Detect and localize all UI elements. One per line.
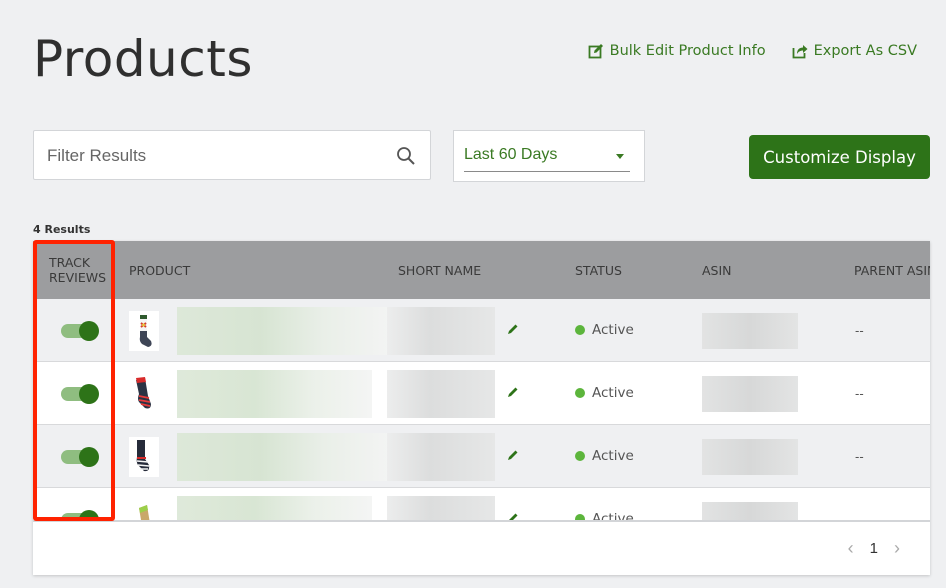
parent-asin: -- [855, 449, 864, 464]
status-label: Active [592, 322, 634, 338]
column-header-asin[interactable]: ASIN [702, 263, 732, 278]
sock-image-icon [136, 440, 150, 472]
track-reviews-toggle[interactable] [61, 447, 99, 467]
caret-down-icon [616, 154, 624, 159]
short-name-redacted [387, 307, 495, 355]
column-header-short-name[interactable]: SHORT NAME [398, 263, 481, 278]
bulk-edit-link[interactable]: Bulk Edit Product Info [588, 43, 766, 59]
product-name-redacted [177, 370, 372, 418]
status-dot [575, 388, 585, 398]
pencil-icon[interactable] [507, 449, 519, 461]
edit-square-icon [588, 44, 603, 59]
table-body: Active -- Active -- Active -- Active [33, 299, 930, 520]
header-actions: Bulk Edit Product Info Export As CSV [588, 43, 917, 59]
track-reviews-toggle[interactable] [61, 321, 99, 341]
table-row: Active -- [33, 362, 930, 425]
status-label: Active [592, 511, 634, 520]
product-thumbnail [129, 437, 159, 477]
status-badge: Active [575, 385, 634, 401]
parent-asin: -- [855, 386, 864, 401]
short-name-redacted [387, 370, 495, 418]
asin-redacted [702, 439, 798, 475]
pagination-bar: ‹ 1 › [33, 520, 930, 575]
export-csv-label: Export As CSV [813, 43, 917, 59]
short-name-redacted [387, 496, 495, 520]
customize-display-button[interactable]: Customize Display [749, 135, 930, 179]
column-header-parent-asin[interactable]: PARENT ASIN [854, 263, 930, 278]
table-row: Active -- [33, 299, 930, 362]
product-name-redacted [177, 433, 387, 481]
bulk-edit-label: Bulk Edit Product Info [609, 43, 766, 59]
table-row: Active -- [33, 425, 930, 488]
export-csv-link[interactable]: Export As CSV [792, 43, 917, 59]
product-name-redacted [177, 307, 387, 355]
date-range-select[interactable]: Last 60 Days [464, 141, 630, 172]
products-table: TRACK REVIEWS PRODUCT SHORT NAME STATUS … [33, 241, 930, 575]
parent-asin: -- [855, 323, 864, 338]
column-header-product[interactable]: PRODUCT [129, 263, 190, 278]
asin-redacted [702, 313, 798, 349]
track-reviews-toggle[interactable] [61, 510, 99, 520]
status-dot [575, 325, 585, 335]
table-row: Active [33, 488, 930, 520]
chevron-right-icon[interactable]: › [894, 538, 900, 559]
track-reviews-toggle[interactable] [61, 384, 99, 404]
short-name-redacted [387, 433, 495, 481]
pencil-icon[interactable] [507, 323, 519, 335]
column-header-status[interactable]: STATUS [575, 263, 622, 278]
product-thumbnail [129, 311, 159, 351]
sock-image-icon [139, 315, 152, 347]
status-dot [575, 451, 585, 461]
sock-image-icon [139, 505, 150, 520]
column-header-track-reviews[interactable]: TRACK REVIEWS [49, 255, 109, 285]
status-badge: Active [575, 511, 634, 520]
pencil-icon[interactable] [507, 512, 519, 520]
date-range-value: Last 60 Days [464, 146, 558, 163]
table-header: TRACK REVIEWS PRODUCT SHORT NAME STATUS … [33, 241, 930, 299]
asin-redacted [702, 376, 798, 412]
status-badge: Active [575, 448, 634, 464]
export-share-icon [792, 45, 808, 59]
sock-image-icon [136, 377, 151, 409]
page-title: Products [33, 30, 253, 88]
filter-results-field [33, 130, 431, 181]
product-name-redacted [177, 496, 372, 520]
date-range-filter: Last 60 Days [453, 130, 645, 182]
product-thumbnail [129, 374, 159, 414]
search-icon[interactable] [396, 146, 416, 166]
asin-redacted [702, 502, 798, 520]
pencil-icon[interactable] [507, 386, 519, 398]
current-page[interactable]: 1 [870, 540, 878, 557]
status-badge: Active [575, 322, 634, 338]
product-thumbnail [129, 500, 159, 520]
status-label: Active [592, 448, 634, 464]
pagination: ‹ 1 › [848, 538, 900, 559]
filter-results-input[interactable] [45, 131, 389, 181]
chevron-left-icon[interactable]: ‹ [848, 538, 854, 559]
results-count: 4 Results [33, 223, 91, 236]
status-label: Active [592, 385, 634, 401]
